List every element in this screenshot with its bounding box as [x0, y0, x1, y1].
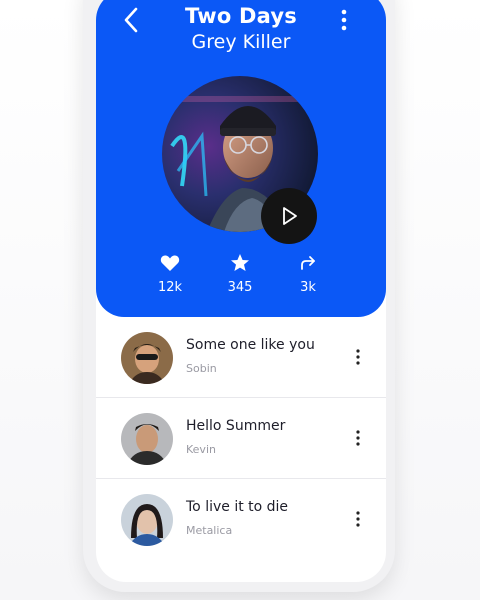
- play-icon: [283, 207, 297, 225]
- shares-count: 3k: [300, 280, 316, 295]
- track-row[interactable]: To live it to die Metalica: [96, 479, 386, 559]
- avatar-image: [121, 413, 173, 465]
- play-button[interactable]: [261, 188, 317, 244]
- avatar-image: [121, 494, 173, 546]
- track-title: Some one like you: [186, 337, 315, 353]
- stars-stat[interactable]: 345: [210, 252, 270, 295]
- star-icon: [231, 254, 249, 271]
- stars-count: 345: [227, 280, 253, 295]
- more-vertical-icon[interactable]: [351, 428, 365, 448]
- track-title: Hello Summer: [186, 418, 286, 434]
- avatar-image: [121, 332, 173, 384]
- track-artist: Sobin: [186, 362, 217, 375]
- track-row[interactable]: Hello Summer Kevin: [96, 398, 386, 479]
- more-vertical-icon[interactable]: [351, 347, 365, 367]
- track-title: To live it to die: [186, 499, 289, 515]
- avatar: [121, 413, 173, 465]
- more-vertical-icon[interactable]: [351, 509, 365, 529]
- likes-count: 12k: [157, 280, 183, 295]
- heart-icon: [160, 255, 180, 271]
- track-artist: Kevin: [186, 443, 216, 456]
- shares-stat[interactable]: 3k: [278, 252, 338, 295]
- track-list: Some one like you Sobin Hello Summer Kev…: [96, 317, 386, 559]
- avatar: [121, 494, 173, 546]
- phone-screen: Two Days Grey Killer 12k 345 3k Some one…: [96, 0, 386, 582]
- avatar: [121, 332, 173, 384]
- share-icon: [301, 256, 315, 270]
- track-artist: Metalica: [186, 524, 233, 537]
- likes-stat[interactable]: 12k: [140, 252, 200, 295]
- player-header: Two Days Grey Killer 12k 345 3k: [96, 0, 386, 317]
- more-vertical-icon[interactable]: [334, 5, 354, 35]
- track-row[interactable]: Some one like you Sobin: [96, 317, 386, 398]
